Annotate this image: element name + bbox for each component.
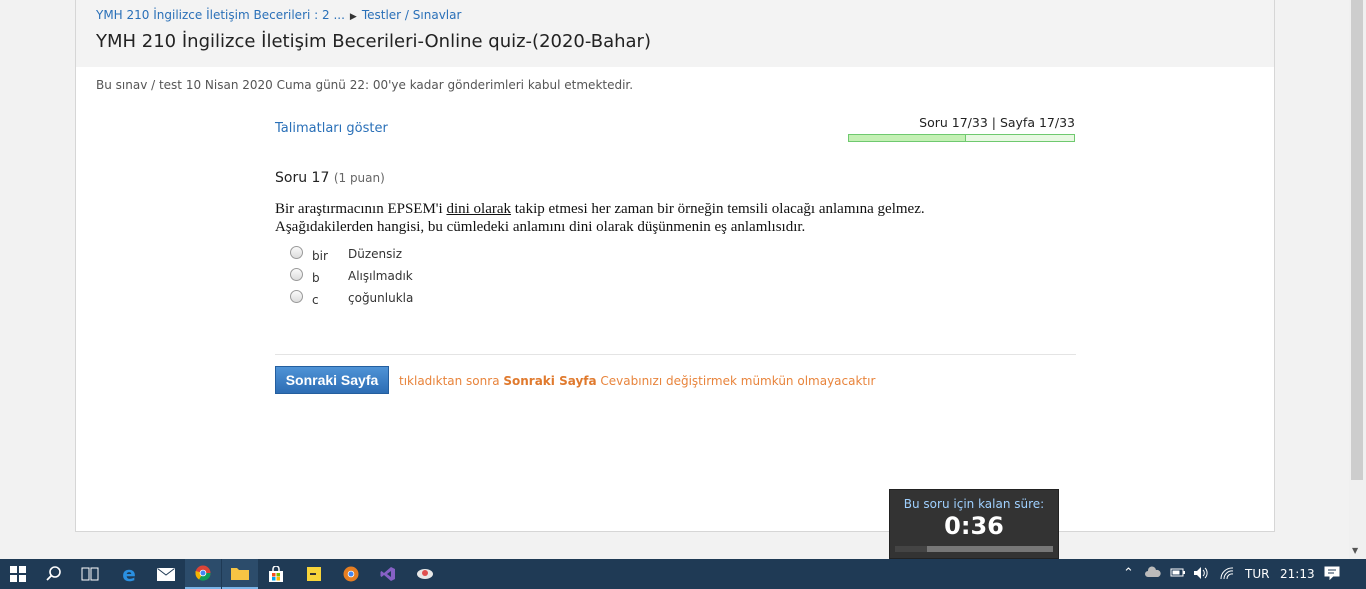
question-text: Bir araştırmacının EPSEM'i dini olarak t… — [275, 200, 1075, 236]
progress-bar — [848, 134, 1075, 142]
onedrive-icon[interactable] — [1145, 566, 1161, 582]
question-label: Soru 17 — [275, 170, 330, 186]
warning-text: Cevabınızı değiştirmek mümkün olmayacakt… — [596, 374, 876, 388]
submission-notice: Bu sınav / test 10 Nisan 2020 Cuma günü … — [96, 78, 634, 92]
task-view-icon[interactable] — [72, 559, 108, 589]
question-text-line2: Aşağıdakilerden hangisi, bu cümledeki an… — [275, 219, 806, 235]
radio-button[interactable] — [290, 290, 303, 303]
option-text[interactable]: Alışılmadık — [348, 269, 413, 283]
breadcrumb: YMH 210 İngilizce İletişim Becerileri : … — [96, 8, 461, 22]
edge-icon[interactable]: e — [111, 559, 147, 589]
question-points: (1 puan) — [333, 171, 385, 185]
file-explorer-icon[interactable] — [222, 559, 258, 589]
breadcrumb-section-link[interactable]: Testler / Sınavlar — [362, 8, 462, 22]
mail-icon[interactable] — [148, 559, 184, 589]
option-text[interactable]: Düzensiz — [348, 247, 402, 261]
warning-text: tıkladıktan sonra — [399, 374, 504, 388]
notifications-icon[interactable] — [1324, 566, 1340, 584]
question-header: Soru 17 (1 puan) — [275, 170, 385, 186]
progress-text: Soru 17/33 | Sayfa 17/33 — [919, 115, 1075, 130]
option-text[interactable]: çoğunlukla — [348, 291, 413, 305]
main-page: YMH 210 İngilizce İletişim Becerileri : … — [75, 0, 1275, 532]
timer-bar-fill — [895, 546, 927, 552]
timer-bar — [895, 546, 1053, 552]
volume-icon[interactable] — [1193, 566, 1209, 584]
option-letter: b — [312, 271, 320, 285]
question-underlined-term: dini olarak — [446, 201, 512, 217]
scrollbar-thumb[interactable] — [1351, 0, 1363, 480]
taskbar: e ⌃ TUR 21:13 — [0, 559, 1366, 589]
radio-button[interactable] — [290, 246, 303, 259]
progress-bar-fill — [849, 135, 966, 141]
app-icon[interactable] — [407, 559, 443, 589]
store-icon[interactable] — [258, 559, 294, 589]
windows-start-icon[interactable] — [0, 559, 36, 589]
timer-value: 0:36 — [944, 512, 1004, 540]
question-text-part: Bir araştırmacının EPSEM'i — [275, 201, 447, 217]
chevron-up-icon[interactable]: ⌃ — [1123, 566, 1134, 581]
divider — [275, 354, 1076, 355]
next-page-button[interactable]: Sonraki Sayfa — [275, 366, 389, 394]
question-timer: Bu soru için kalan süre: 0:36 — [889, 489, 1059, 559]
sticky-notes-icon[interactable] — [296, 559, 332, 589]
breadcrumb-course-link[interactable]: YMH 210 İngilizce İletişim Becerileri : … — [96, 8, 345, 22]
breadcrumb-separator-icon: ▶ — [349, 12, 357, 22]
scroll-down-icon[interactable]: ▼ — [1352, 546, 1358, 555]
chrome-canary-icon[interactable] — [333, 559, 369, 589]
clock[interactable]: 21:13 — [1280, 559, 1315, 589]
search-icon[interactable] — [36, 559, 72, 589]
next-page-warning: tıkladıktan sonra Sonraki Sayfa Cevabını… — [399, 374, 875, 388]
wifi-icon[interactable] — [1219, 566, 1235, 584]
page-title: YMH 210 İngilizce İletişim Becerileri-On… — [96, 31, 651, 52]
show-instructions-link[interactable]: Talimatları göster — [275, 121, 388, 136]
radio-button[interactable] — [290, 268, 303, 281]
visual-studio-icon[interactable] — [370, 559, 406, 589]
warning-text-bold: Sonraki Sayfa — [503, 374, 597, 388]
timer-label: Bu soru için kalan süre: — [903, 497, 1045, 511]
battery-icon[interactable] — [1170, 566, 1186, 582]
option-letter: c — [312, 293, 319, 307]
page-header: YMH 210 İngilizce İletişim Becerileri : … — [76, 0, 1274, 67]
option-letter: bir — [312, 249, 328, 263]
scrollbar[interactable]: ▼ — [1349, 0, 1366, 559]
chrome-icon[interactable] — [185, 559, 221, 589]
language-indicator[interactable]: TUR — [1245, 559, 1269, 589]
question-text-part: takip etmesi her zaman bir örneğin temsi… — [511, 201, 925, 217]
